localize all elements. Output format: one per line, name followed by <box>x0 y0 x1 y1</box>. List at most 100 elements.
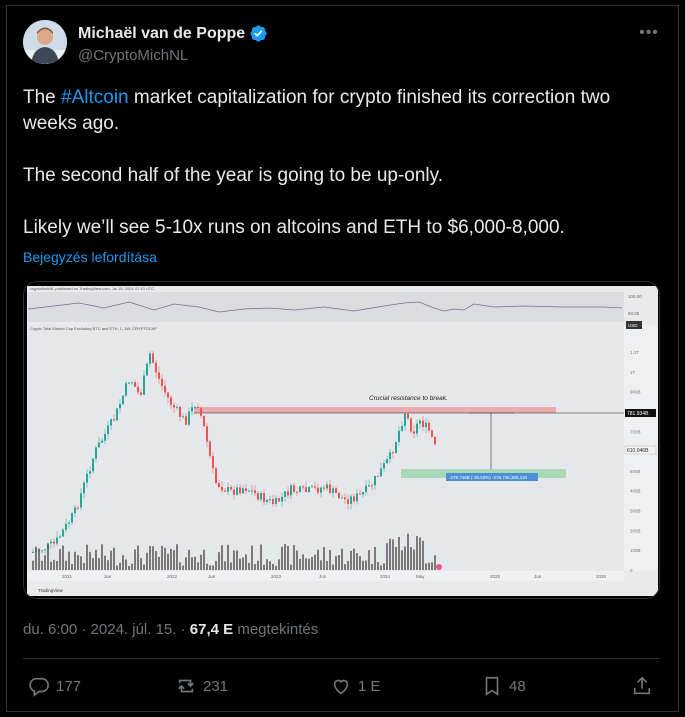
volume-bar <box>44 555 46 570</box>
volume-bar <box>359 556 361 570</box>
post-time[interactable]: du. 6:00 · 2024. júl. 15. · <box>23 621 190 638</box>
measure-label: -279.746B (-35.53%) -279,746,305,110 <box>449 475 527 480</box>
translate-post-link[interactable]: Bejegyzés lefordítása <box>23 249 157 265</box>
volume-bar <box>383 563 385 570</box>
candle-body <box>317 487 319 493</box>
candle-body <box>224 490 226 492</box>
time-tick-label: Jun <box>208 574 216 579</box>
time-tick-label: 2025 <box>490 574 501 579</box>
volume-bar <box>59 548 61 570</box>
volume-bar <box>416 536 418 570</box>
candle-body <box>308 486 310 493</box>
volume-bar <box>191 557 193 570</box>
volume-bar <box>41 560 43 570</box>
candle-body <box>257 493 259 500</box>
volume-bar <box>53 559 55 570</box>
candle-body <box>404 413 406 427</box>
candle-body <box>98 442 100 448</box>
candle-body <box>140 392 142 395</box>
volume-bar <box>80 556 82 570</box>
view-count: 67,4 E <box>189 621 234 638</box>
bookmark-button[interactable]: 48 <box>481 670 526 702</box>
volume-bar <box>413 549 415 570</box>
candle-body <box>272 499 274 504</box>
candle-body <box>203 415 205 427</box>
volume-bar <box>278 559 280 570</box>
repost-button[interactable]: 231 <box>175 670 228 702</box>
candle-body <box>251 490 253 492</box>
volume-bar <box>158 556 160 570</box>
time-tick-label: Jun <box>319 574 327 579</box>
resistance-price-label: 781.934B <box>627 411 649 417</box>
candle-body <box>365 485 367 493</box>
candle-body <box>236 487 238 495</box>
time-tick-label: Jun <box>534 574 542 579</box>
volume-bar <box>161 545 163 570</box>
candle-body <box>101 440 103 443</box>
volume-bar <box>269 561 271 570</box>
chart-image[interactable]: cryptoMichNL published on TradingView.co… <box>23 281 660 599</box>
volume-bar <box>173 550 175 570</box>
candle-body <box>242 488 244 494</box>
author-display-name[interactable]: Michaël van de Poppe <box>78 25 245 43</box>
candle-body <box>110 419 112 426</box>
volume-bar <box>320 560 322 570</box>
candle-body <box>296 491 298 493</box>
candle-body <box>53 541 55 544</box>
like-count: 1 E <box>358 677 381 695</box>
volume-bar <box>431 562 433 570</box>
more-options-button[interactable]: ••• <box>637 24 661 42</box>
volume-bar <box>323 546 325 570</box>
author-handle[interactable]: @CryptoMichNL <box>78 47 188 64</box>
divider <box>23 658 660 659</box>
volume-bar <box>239 558 241 570</box>
candle-body <box>398 430 400 442</box>
post-paragraph-2: The second half of the year is going to … <box>23 165 444 186</box>
avatar[interactable] <box>23 20 67 64</box>
candle-body <box>170 397 172 405</box>
volume-bar <box>266 559 268 570</box>
candle-body <box>422 420 424 427</box>
candle-body <box>377 475 379 477</box>
volume-bar <box>227 544 229 570</box>
candle-body <box>383 463 385 469</box>
like-button[interactable]: 1 E <box>330 670 381 702</box>
candle-body <box>173 404 175 408</box>
candle-body <box>209 441 211 457</box>
volume-bar <box>296 550 298 570</box>
volume-bar <box>209 565 211 570</box>
candle-body <box>299 486 301 492</box>
candle-body <box>161 378 163 386</box>
candle-body <box>344 497 346 500</box>
volume-bar <box>365 560 367 570</box>
price-tick-label: 1T <box>630 370 636 375</box>
candle-body <box>32 551 34 553</box>
candle-body <box>260 492 262 500</box>
candle-body <box>41 550 43 552</box>
hashtag-link[interactable]: #Altcoin <box>61 87 129 108</box>
volume-bar <box>236 550 238 570</box>
candle-body <box>284 491 286 497</box>
candle-body <box>104 434 106 441</box>
reply-button[interactable]: 177 <box>28 670 81 702</box>
candle-body <box>119 404 121 409</box>
candle-body <box>281 496 283 502</box>
volume-bar <box>251 545 253 570</box>
candle-body <box>86 473 88 483</box>
candle-body <box>290 485 292 496</box>
volume-bar <box>341 548 343 570</box>
volume-bar <box>188 549 190 570</box>
candle-body <box>206 426 208 442</box>
candle-body <box>413 431 415 434</box>
volume-bar <box>200 554 202 570</box>
volume-bar <box>215 560 217 570</box>
volume-bar <box>38 548 40 570</box>
volume-bar <box>218 552 220 570</box>
volume-bar <box>353 548 355 570</box>
candle-body <box>329 484 331 494</box>
share-button[interactable] <box>631 670 653 702</box>
candle-body <box>59 536 61 538</box>
volume-bar <box>95 549 97 570</box>
volume-bar <box>245 554 247 570</box>
volume-bar <box>98 558 100 570</box>
